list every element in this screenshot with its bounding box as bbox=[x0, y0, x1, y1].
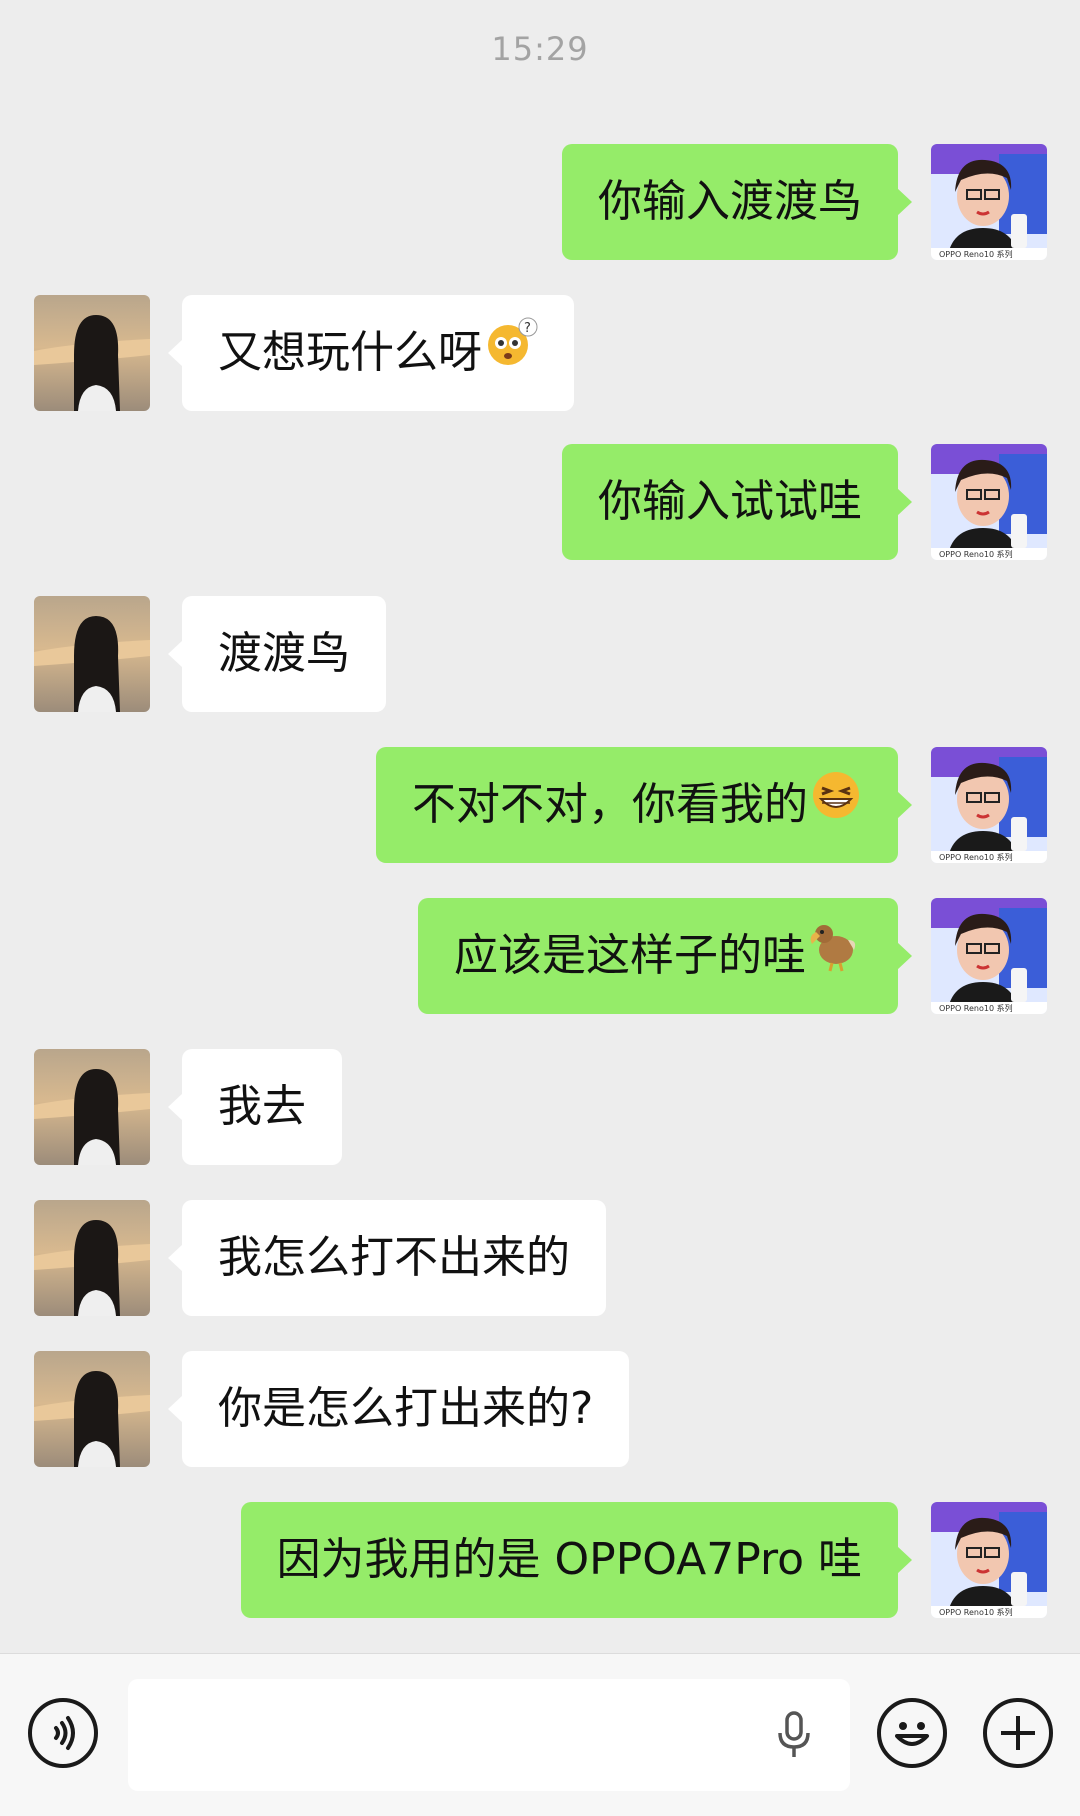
outgoing-message-bubble[interactable]: 你输入试试哇 bbox=[562, 444, 912, 560]
message-text: 应该是这样子的哇 bbox=[454, 930, 806, 981]
contact-avatar[interactable] bbox=[34, 1351, 150, 1467]
self-avatar[interactable]: OPPO Reno10 系列 bbox=[931, 144, 1047, 260]
outgoing-message-bubble[interactable]: 应该是这样子的哇 bbox=[418, 898, 912, 1016]
message-row: 你是怎么打出来的? bbox=[0, 1351, 1080, 1467]
incoming-message-bubble[interactable]: 渡渡鸟 bbox=[168, 596, 386, 712]
voice-input-icon[interactable] bbox=[28, 1698, 98, 1768]
avatar-banner: OPPO Reno10 系列 bbox=[939, 549, 1013, 559]
avatar-banner: OPPO Reno10 系列 bbox=[939, 1607, 1013, 1617]
outgoing-message-bubble[interactable]: 因为我用的是 OPPOA7Pro 哇 bbox=[240, 1502, 913, 1618]
self-avatar[interactable]: OPPO Reno10 系列 bbox=[931, 747, 1047, 863]
message-text: 因为我用的是 OPPOA7Pro 哇 bbox=[276, 1534, 862, 1585]
message-text: 渡渡鸟 bbox=[218, 628, 350, 679]
outgoing-message-bubble[interactable]: 不对不对，你看我的 bbox=[376, 747, 912, 865]
message-row: 我怎么打不出来的 bbox=[0, 1200, 1080, 1316]
grinning-squinting-face-emoji bbox=[810, 749, 862, 865]
contact-avatar[interactable] bbox=[34, 596, 150, 712]
message-row: 我去 bbox=[0, 1049, 1080, 1165]
self-avatar[interactable]: OPPO Reno10 系列 bbox=[931, 444, 1047, 560]
message-row: 又想玩什么呀 ? bbox=[0, 295, 1080, 411]
incoming-message-bubble[interactable]: 你是怎么打出来的? bbox=[167, 1351, 630, 1467]
self-avatar[interactable]: OPPO Reno10 系列 bbox=[931, 1502, 1047, 1618]
flushed-face-question-emoji: ? bbox=[484, 297, 538, 413]
message-text: 又想玩什么呀 bbox=[218, 327, 482, 378]
incoming-message-bubble[interactable]: 又想玩什么呀 ? bbox=[168, 295, 574, 413]
contact-avatar[interactable] bbox=[34, 1049, 150, 1165]
message-timestamp: 15:29 bbox=[491, 30, 589, 68]
message-text: 我去 bbox=[218, 1081, 306, 1132]
message-row: 应该是这样子的哇 OPPO Reno10 系列 bbox=[0, 898, 1080, 1014]
message-text: 你输入渡渡鸟 bbox=[598, 176, 862, 227]
self-avatar[interactable]: OPPO Reno10 系列 bbox=[931, 898, 1047, 1014]
incoming-message-bubble[interactable]: 我怎么打不出来的 bbox=[168, 1200, 606, 1316]
emoji-smile-icon[interactable] bbox=[877, 1698, 947, 1768]
outgoing-message-bubble[interactable]: 你输入渡渡鸟 bbox=[562, 144, 912, 260]
avatar-banner: OPPO Reno10 系列 bbox=[939, 249, 1013, 259]
message-text: 你是怎么打出来的? bbox=[218, 1383, 594, 1434]
svg-text:?: ? bbox=[524, 321, 531, 336]
message-text: 不对不对，你看我的 bbox=[412, 779, 808, 830]
contact-avatar[interactable] bbox=[34, 295, 150, 411]
chat-input-bar bbox=[0, 1653, 1080, 1816]
message-row: 你输入渡渡鸟 OPPO Reno10 系列 bbox=[0, 144, 1080, 260]
message-row: 因为我用的是 OPPOA7Pro 哇 OPPO Reno10 系列 bbox=[0, 1502, 1080, 1618]
chat-screen: 15:29 你输入渡渡鸟 OPPO Reno10 系列 又想玩什么呀 ? 你输入… bbox=[0, 0, 1080, 1816]
message-text: 你输入试试哇 bbox=[598, 476, 862, 527]
dodo-emoji bbox=[808, 900, 862, 1016]
message-row: 你输入试试哇 OPPO Reno10 系列 bbox=[0, 444, 1080, 560]
message-text: 我怎么打不出来的 bbox=[218, 1232, 570, 1283]
message-input[interactable] bbox=[128, 1679, 850, 1791]
microphone-icon[interactable] bbox=[774, 1711, 814, 1761]
contact-avatar[interactable] bbox=[34, 1200, 150, 1316]
message-row: 不对不对，你看我的 OPPO Reno10 系列 bbox=[0, 747, 1080, 863]
plus-more-icon[interactable] bbox=[983, 1698, 1053, 1768]
avatar-banner: OPPO Reno10 系列 bbox=[939, 1003, 1013, 1013]
avatar-banner: OPPO Reno10 系列 bbox=[939, 852, 1013, 862]
incoming-message-bubble[interactable]: 我去 bbox=[168, 1049, 342, 1165]
message-row: 渡渡鸟 bbox=[0, 596, 1080, 712]
